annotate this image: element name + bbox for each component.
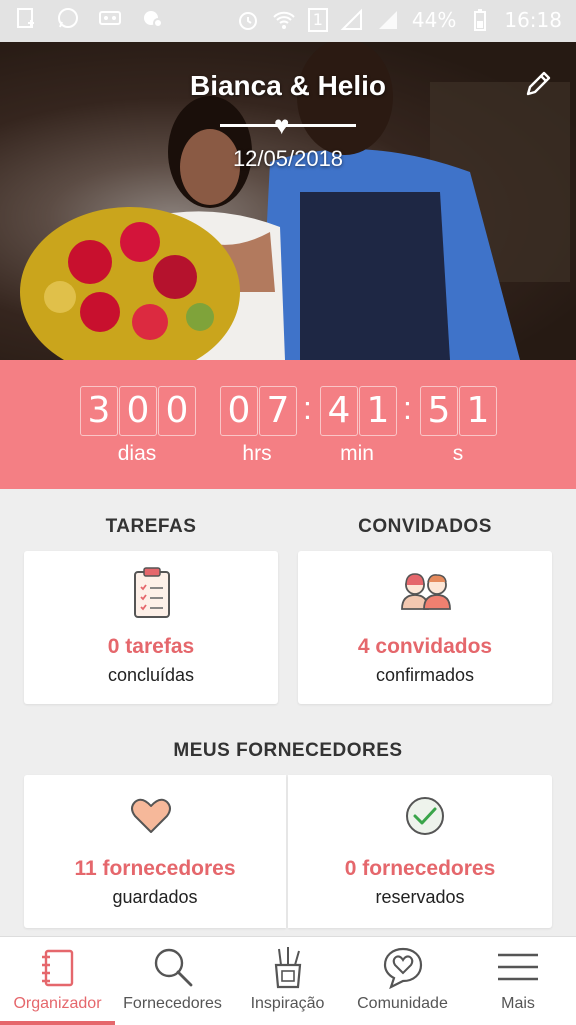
- guests-subtitle: confirmados: [375, 665, 475, 685]
- saved-suppliers-card[interactable]: 11 fornecedores guardados: [24, 775, 286, 928]
- chat-heart-icon: [383, 947, 422, 989]
- whatsapp-icon: [58, 8, 78, 28]
- minutes-label: min: [340, 442, 374, 465]
- signal-icon-2: [378, 11, 397, 29]
- nav-comunidade[interactable]: Comunidade: [345, 937, 460, 1025]
- countdown-timer: 3 0 0 0 7 : 4 1 : 5 1 dias hrs min s: [0, 360, 576, 489]
- nav-fornecedores[interactable]: Fornecedores: [115, 937, 230, 1025]
- reserved-suppliers-count: 0 fornecedores: [344, 857, 496, 880]
- search-icon: [154, 948, 192, 987]
- hamburger-menu-icon: [498, 953, 538, 981]
- clipboard-checklist-icon: [134, 567, 170, 618]
- time-separator: :: [303, 390, 312, 426]
- settings-icon: [144, 11, 163, 28]
- nav-label: Organizador: [13, 995, 102, 1012]
- checkmark-circle-icon: [406, 797, 444, 835]
- heart-icon: [131, 798, 171, 833]
- couple-photo-header: Bianca & Helio ♥ 12/05/2018: [0, 42, 576, 360]
- nav-label: Fornecedores: [123, 995, 222, 1012]
- nav-label: Comunidade: [357, 995, 448, 1012]
- tasks-title: TAREFAS: [105, 516, 197, 537]
- nav-inspiracao[interactable]: Inspiração: [230, 937, 345, 1025]
- guests-people-icon: [401, 573, 451, 610]
- hours-label: hrs: [242, 442, 272, 465]
- days-digit: 0: [119, 386, 157, 436]
- tasks-count: 0 tarefas: [107, 635, 195, 658]
- seconds-digit: 1: [459, 386, 497, 436]
- tasks-card[interactable]: 0 tarefas concluídas: [24, 551, 278, 704]
- suppliers-title: MEUS FORNECEDORES: [173, 740, 403, 761]
- guests-count: 4 convidados: [357, 635, 493, 658]
- reserved-suppliers-subtitle: reservados: [375, 887, 465, 907]
- nav-mais[interactable]: Mais: [460, 937, 576, 1025]
- minutes-digit: 1: [359, 386, 397, 436]
- days-label: dias: [117, 442, 157, 465]
- nav-label: Inspiração: [250, 995, 325, 1012]
- couple-names: Bianca & Helio: [189, 70, 387, 101]
- tasks-subtitle: concluídas: [107, 665, 195, 685]
- heart-icon: ♥: [274, 110, 290, 140]
- signal-icon: [340, 8, 362, 30]
- notebook-icon: [41, 949, 73, 987]
- saved-suppliers-count: 11 fornecedores: [74, 857, 236, 880]
- hours-digit: 7: [259, 386, 297, 436]
- minutes-digit: 4: [320, 386, 358, 436]
- sim-indicator: 1: [307, 8, 328, 32]
- seconds-digit: 5: [420, 386, 458, 436]
- battery-percent: 44%: [411, 8, 457, 32]
- time-separator: :: [403, 390, 412, 426]
- saved-suppliers-subtitle: guardados: [112, 887, 198, 907]
- bottom-navigation: Organizador Fornecedores Inspiração Comu…: [0, 936, 576, 1025]
- alarm-icon: [238, 12, 257, 30]
- seconds-label: s: [452, 442, 464, 465]
- nav-organizador[interactable]: Organizador: [0, 937, 115, 1025]
- guests-title: CONVIDADOS: [358, 516, 492, 537]
- inspiration-cup-icon: [274, 947, 301, 989]
- hours-digit: 0: [220, 386, 258, 436]
- battery-icon: [474, 9, 487, 31]
- screenshot-icon: [17, 8, 34, 28]
- status-bar: 1 44% 16:18: [0, 0, 576, 42]
- wifi-icon: [273, 11, 295, 29]
- guests-card[interactable]: 4 convidados confirmados: [298, 551, 552, 704]
- wedding-date: 12/05/2018: [232, 146, 344, 171]
- days-digit: 3: [80, 386, 118, 436]
- voicemail-icon: [99, 11, 121, 25]
- nav-label: Mais: [501, 995, 535, 1012]
- days-digit: 0: [158, 386, 196, 436]
- clock: 16:18: [504, 8, 562, 32]
- edit-pencil-icon[interactable]: [524, 68, 554, 98]
- active-tab-indicator: [0, 1021, 115, 1025]
- reserved-suppliers-card[interactable]: 0 fornecedores reservados: [288, 775, 552, 928]
